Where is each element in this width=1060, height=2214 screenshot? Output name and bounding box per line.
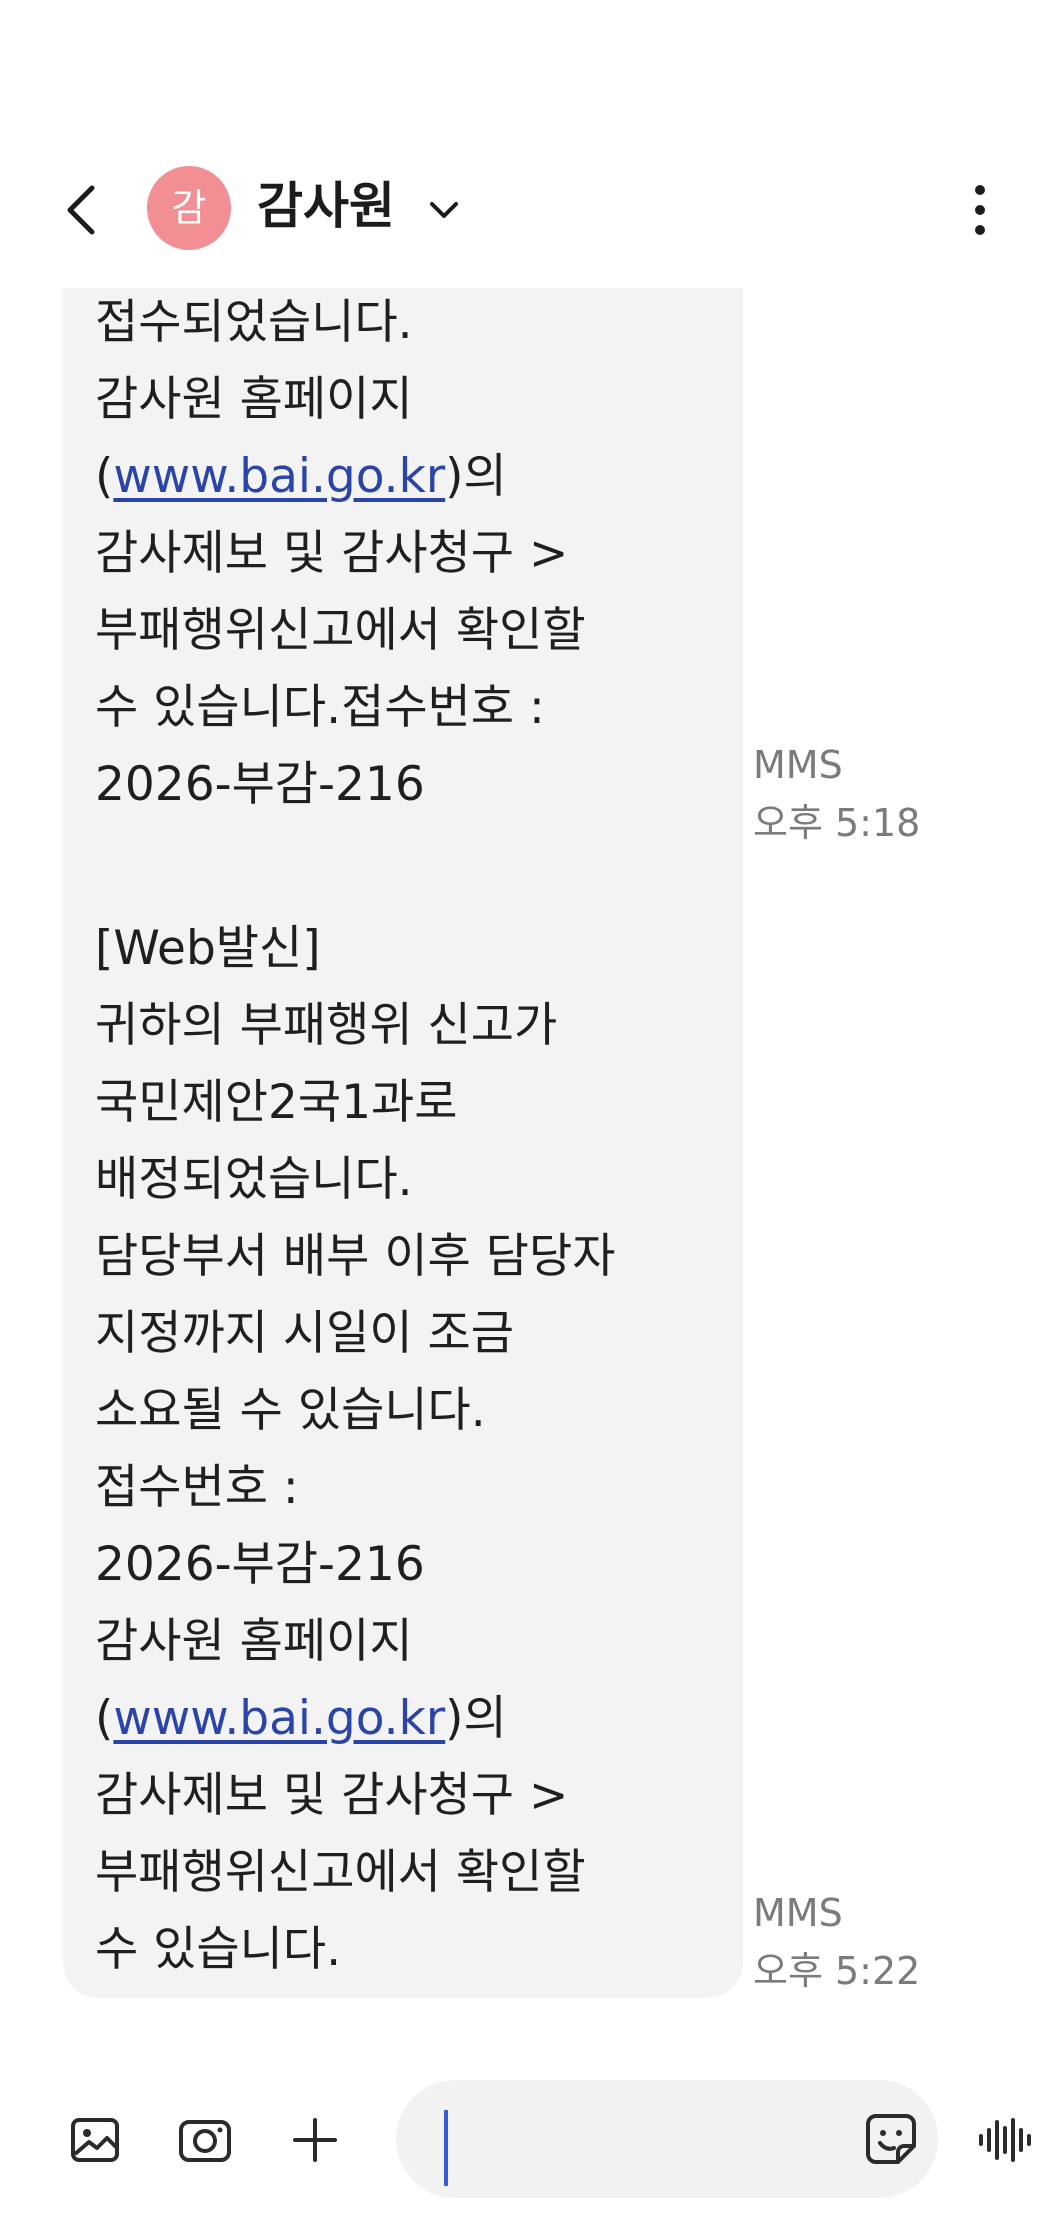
message-link[interactable]: www.bai.go.kr	[113, 449, 445, 504]
message-line: 감사제보 및 감사청구 >	[95, 526, 569, 581]
sticker-icon	[866, 2114, 916, 2164]
message-line: 부패행위신고에서 확인할	[95, 603, 586, 658]
avatar[interactable]: 감	[147, 166, 231, 250]
message-time: 오후 5:18	[753, 801, 921, 845]
voice-record-button[interactable]	[975, 2110, 1035, 2170]
gallery-button[interactable]	[63, 2108, 127, 2172]
sticker-button[interactable]	[862, 2110, 920, 2168]
conversation-header: 감 감사원	[0, 150, 1060, 265]
message-line: 귀하의 부패행위 신고가	[95, 998, 558, 1053]
message-text: (	[95, 1691, 114, 1746]
message-line: (www.bai.go.kr)의	[95, 438, 713, 515]
message-line: 지정까지 시일이 조금	[95, 1306, 515, 1361]
back-button[interactable]	[58, 180, 106, 240]
message-link[interactable]: www.bai.go.kr	[113, 1691, 445, 1746]
text-caret	[444, 2110, 448, 2186]
message-line: 감사원 홈페이지	[95, 1614, 413, 1669]
gallery-icon	[71, 2118, 119, 2162]
voice-waveform-icon	[979, 2118, 1031, 2162]
message-line: 2026-부감-216	[95, 757, 425, 812]
message-meta: MMS 오후 5:18	[753, 736, 920, 852]
camera-icon	[179, 2120, 231, 2162]
more-options-button[interactable]	[960, 178, 1000, 242]
message-input-container[interactable]	[396, 2080, 938, 2198]
message-input[interactable]	[440, 2104, 834, 2176]
contact-name[interactable]: 감사원	[257, 174, 395, 238]
message-type-label: MMS	[753, 743, 843, 787]
message-line: 국민제안2국1과로	[95, 1075, 458, 1130]
composer-bar	[0, 2070, 1060, 2214]
plus-icon	[293, 2118, 337, 2162]
message-time: 오후 5:22	[753, 1949, 921, 1993]
attach-button[interactable]	[283, 2108, 347, 2172]
message-line: 소요될 수 있습니다.	[95, 1383, 486, 1438]
message-bubble[interactable]: [Web발신] 귀하의 부패행위 신고가국민제안2국1과로배정되었습니다. 담당부서…	[63, 898, 743, 1998]
message-line: 접수되었습니다.	[95, 295, 413, 350]
message-text: (	[95, 449, 114, 504]
contact-dropdown-button[interactable]	[424, 190, 464, 230]
message-line: 담당부서 배부 이후 담당자	[95, 1229, 616, 1284]
message-line: (www.bai.go.kr)의	[95, 1680, 713, 1757]
message-type-label: MMS	[753, 1891, 843, 1935]
message-line: 접수번호 :	[95, 1460, 299, 1515]
message-line: 수 있습니다.접수번호 :	[95, 680, 545, 735]
message-list[interactable]: 접수되었습니다. 감사원 홈페이지 (www.bai.go.kr)의 감사제보 및 감…	[0, 288, 1060, 2048]
message-line: 부패행위신고에서 확인할	[95, 1845, 586, 1900]
message-meta: MMS 오후 5:22	[753, 1884, 920, 2000]
more-vertical-icon	[975, 185, 985, 235]
message-text: )의	[445, 449, 507, 504]
chevron-down-icon	[430, 202, 458, 218]
message-line: 감사제보 및 감사청구 >	[95, 1768, 569, 1823]
chevron-left-icon	[67, 185, 95, 235]
message-line: 수 있습니다.	[95, 1922, 342, 1977]
message-line: 배정되었습니다.	[95, 1152, 413, 1207]
message-line: 2026-부감-216	[95, 1537, 425, 1592]
message-line: [Web발신]	[95, 921, 321, 976]
message-text: )의	[445, 1691, 507, 1746]
camera-button[interactable]	[173, 2108, 237, 2172]
message-line: 감사원 홈페이지	[95, 372, 413, 427]
